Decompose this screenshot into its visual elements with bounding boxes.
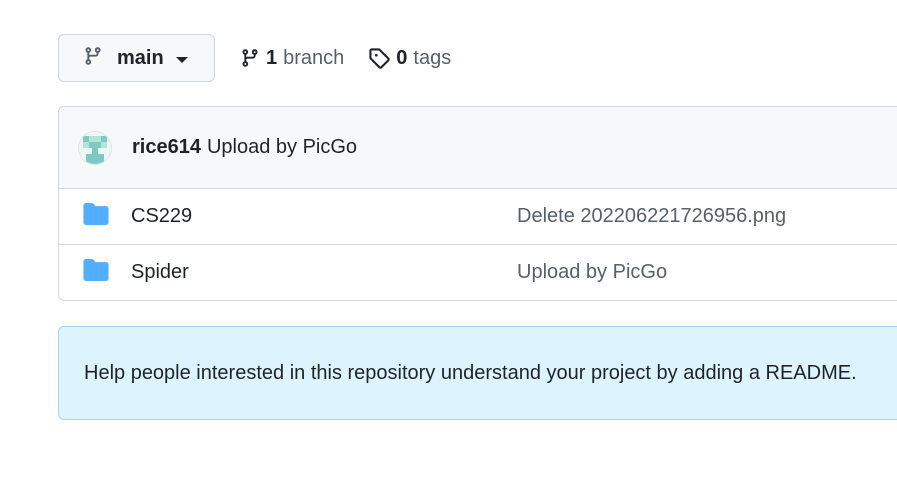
file-row: CS229 Delete 202206221726956.png xyxy=(59,189,897,245)
file-name-link[interactable]: CS229 xyxy=(131,205,192,228)
git-branch-icon xyxy=(240,47,260,69)
folder-icon xyxy=(83,259,109,286)
commit-message[interactable]: Upload by PicGo xyxy=(207,136,357,159)
tag-count: 0 xyxy=(396,46,408,69)
git-branch-icon xyxy=(83,45,103,72)
branch-count-label: branch xyxy=(283,46,345,69)
tags-link[interactable]: 0 tags xyxy=(368,47,451,70)
file-commit-message-link[interactable]: Upload by PicGo xyxy=(517,261,667,284)
tag-icon xyxy=(368,47,390,69)
folder-icon xyxy=(83,203,109,230)
tag-count-label: tags xyxy=(413,46,452,69)
readme-banner-text: Help people interested in this repositor… xyxy=(84,361,857,384)
current-branch-label: main xyxy=(117,46,164,69)
file-row: Spider Upload by PicGo xyxy=(59,245,897,300)
latest-commit-row: rice614 Upload by PicGo xyxy=(59,107,897,189)
avatar[interactable] xyxy=(78,130,112,165)
chevron-down-icon xyxy=(175,57,188,63)
branch-count: 1 xyxy=(266,46,278,69)
branches-link[interactable]: 1 branch xyxy=(240,47,344,70)
readme-banner: Help people interested in this repositor… xyxy=(58,326,897,420)
file-commit-message-link[interactable]: Delete 202206221726956.png xyxy=(517,205,786,228)
commit-author-link[interactable]: rice614 xyxy=(132,136,201,159)
repo-toolbar: main 1 branch 0 tags xyxy=(58,34,451,82)
file-name-link[interactable]: Spider xyxy=(131,261,189,284)
branch-select-button[interactable]: main xyxy=(58,34,215,82)
file-browser: rice614 Upload by PicGo CS229 Delete 202… xyxy=(58,106,897,301)
